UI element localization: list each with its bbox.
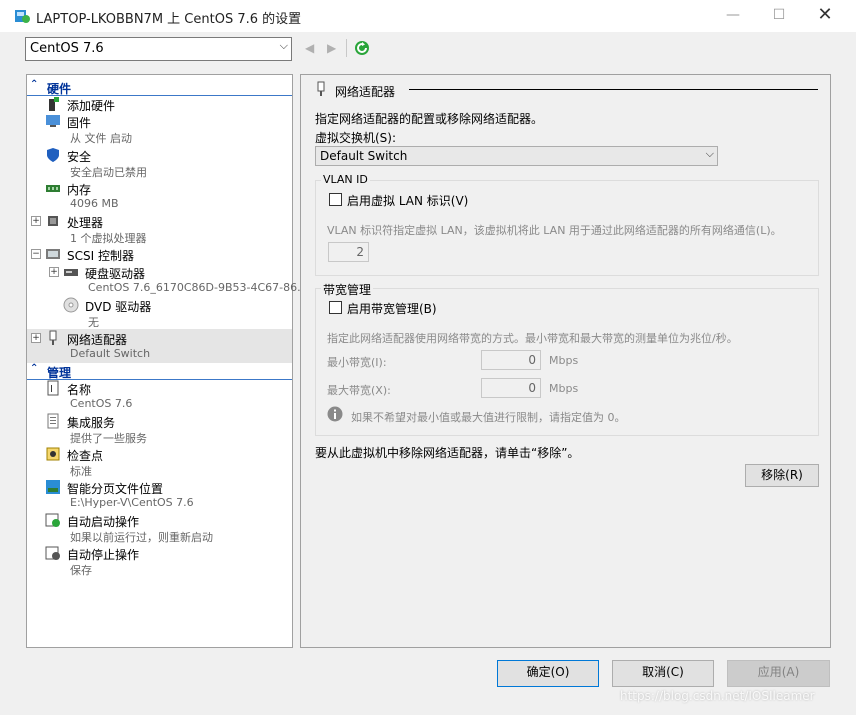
name-icon: I (47, 380, 59, 396)
max-bandwidth-input[interactable]: 0 (481, 378, 541, 398)
min-bandwidth-label: 最小带宽(I): (327, 356, 387, 369)
paging-file-icon (46, 480, 60, 494)
tree-item-paging-file-location[interactable]: 智能分页文件位置 E:\Hyper-V\CentOS 7.6 (27, 478, 292, 512)
max-bandwidth-unit: Mbps (549, 382, 579, 395)
vlan-checkbox[interactable] (329, 193, 342, 206)
bandwidth-group-title: 带宽管理 (321, 281, 374, 298)
section-title-rule (409, 89, 818, 90)
tree-item-auto-stop[interactable]: 自动停止操作 保存 (27, 544, 292, 578)
vlan-id-input[interactable]: 2 (328, 242, 369, 262)
add-hardware-icon (49, 97, 59, 111)
shield-icon (47, 148, 59, 162)
settings-tree: ⌃ 硬件 添加硬件 固件 从 文件 启动 安全 安全启动已禁用 内存 4096 … (26, 74, 308, 648)
hyperv-settings-icon (15, 10, 30, 23)
section-title: 网络适配器 (335, 85, 396, 99)
close-button[interactable]: ✕ (802, 0, 848, 32)
vlan-group-title: VLAN ID (321, 173, 370, 186)
description-text: 指定网络适配器的配置或移除网络适配器。 (315, 112, 544, 126)
hardware-section-header[interactable]: ⌃ 硬件 (27, 79, 292, 96)
virtual-switch-label: 虚拟交换机(S): (315, 131, 397, 145)
cancel-button[interactable]: 取消(C) (612, 660, 714, 687)
tree-item-memory[interactable]: 内存 4096 MB (27, 179, 292, 213)
collapse-icon[interactable]: ⌃ (30, 79, 38, 90)
tree-item-hard-drive[interactable]: + 硬盘驱动器 CentOS 7.6_6170C86D-9B53-4C67-86… (27, 263, 308, 297)
title-bar: LAPTOP-LKOBBN7M 上 CentOS 7.6 的设置 — ☐ ✕ (0, 0, 856, 32)
min-bandwidth-input[interactable]: 0 (481, 350, 541, 370)
ok-button[interactable]: 确定(O) (497, 660, 599, 687)
tree-item-scsi-controller[interactable]: − SCSI 控制器 (27, 245, 292, 263)
tree-item-checkpoints[interactable]: 检查点 标准 (27, 445, 292, 479)
minimize-button[interactable]: — (710, 0, 756, 32)
vm-selector[interactable]: CentOS 7.6 ⌵ (25, 37, 292, 61)
window-title: LAPTOP-LKOBBN7M 上 CentOS 7.6 的设置 (36, 12, 302, 27)
virtual-switch-value: Default Switch (320, 149, 408, 163)
refresh-icon[interactable] (354, 40, 370, 56)
chevron-down-icon: ⌵ (279, 39, 288, 52)
memory-icon (46, 185, 60, 192)
vm-selector-value: CentOS 7.6 (30, 41, 104, 56)
tree-item-processor[interactable]: + 处理器 1 个虚拟处理器 (27, 212, 292, 246)
svg-text:I: I (50, 384, 53, 395)
auto-start-icon (45, 513, 60, 527)
tree-item-add-hardware[interactable]: 添加硬件 (27, 95, 292, 113)
bandwidth-checkbox[interactable] (329, 301, 342, 314)
forward-arrow-icon[interactable]: ▶ (327, 41, 336, 55)
network-adapter-icon (49, 330, 57, 345)
maximize-button[interactable]: ☐ (756, 0, 802, 32)
tree-item-dvd-drive[interactable]: DVD 驱动器 无 (27, 296, 292, 330)
max-bandwidth-label: 最大带宽(X): (327, 384, 391, 397)
vlan-help-text: VLAN 标识符指定虚拟 LAN，该虚拟机将此 LAN 用于通过此网络适配器的所… (327, 224, 782, 237)
hard-drive-icon (64, 269, 78, 276)
expand-icon[interactable]: + (31, 333, 41, 343)
checkpoint-icon (46, 447, 60, 461)
detail-panel: 网络适配器 指定网络适配器的配置或移除网络适配器。 虚拟交换机(S): Defa… (300, 74, 831, 648)
bandwidth-info-text: 如果不希望对最小值或最大值进行限制，请指定值为 0。 (351, 411, 626, 424)
min-bandwidth-unit: Mbps (549, 354, 579, 367)
vlan-checkbox-label: 启用虚拟 LAN 标识(V) (347, 194, 469, 208)
dvd-disc-icon (63, 297, 79, 313)
network-adapter-icon (317, 81, 325, 96)
toolbar-divider (346, 39, 347, 57)
expand-icon[interactable]: + (49, 267, 59, 277)
remove-button[interactable]: 移除(R) (745, 464, 819, 487)
tree-item-auto-start[interactable]: 自动启动操作 如果以前运行过，则重新启动 (27, 511, 292, 545)
virtual-switch-select[interactable]: Default Switch ⌵ (315, 146, 718, 166)
back-arrow-icon[interactable]: ◀ (305, 41, 314, 55)
management-section-header[interactable]: ⌃ 管理 (27, 363, 292, 380)
integration-services-icon (47, 413, 59, 429)
remove-instructions: 要从此虚拟机中移除网络适配器，请单击“移除”。 (315, 446, 580, 460)
tree-item-network-adapter[interactable]: + 网络适配器 Default Switch (27, 329, 292, 363)
watermark: https://blog.csdn.net/IOSIleamer (620, 689, 815, 703)
auto-stop-icon (45, 546, 60, 560)
collapse-tree-icon[interactable]: − (31, 249, 41, 259)
info-icon (327, 406, 343, 422)
firmware-icon (46, 115, 60, 127)
processor-icon (48, 216, 58, 226)
expand-icon[interactable]: + (31, 216, 41, 226)
tree-item-firmware[interactable]: 固件 从 文件 启动 (27, 112, 292, 146)
tree-item-integration-services[interactable]: 集成服务 提供了一些服务 (27, 412, 292, 446)
chevron-down-icon: ⌵ (705, 147, 714, 160)
apply-button[interactable]: 应用(A) (727, 660, 830, 687)
tree-item-security[interactable]: 安全 安全启动已禁用 (27, 146, 292, 180)
collapse-icon[interactable]: ⌃ (30, 363, 38, 374)
tree-item-name[interactable]: I 名称 CentOS 7.6 (27, 379, 292, 413)
scsi-controller-icon (46, 249, 60, 259)
bandwidth-checkbox-label: 启用带宽管理(B) (347, 302, 437, 316)
bandwidth-help-text: 指定此网络适配器使用网络带宽的方式。最小带宽和最大带宽的测量单位为兆位/秒。 (327, 332, 738, 345)
